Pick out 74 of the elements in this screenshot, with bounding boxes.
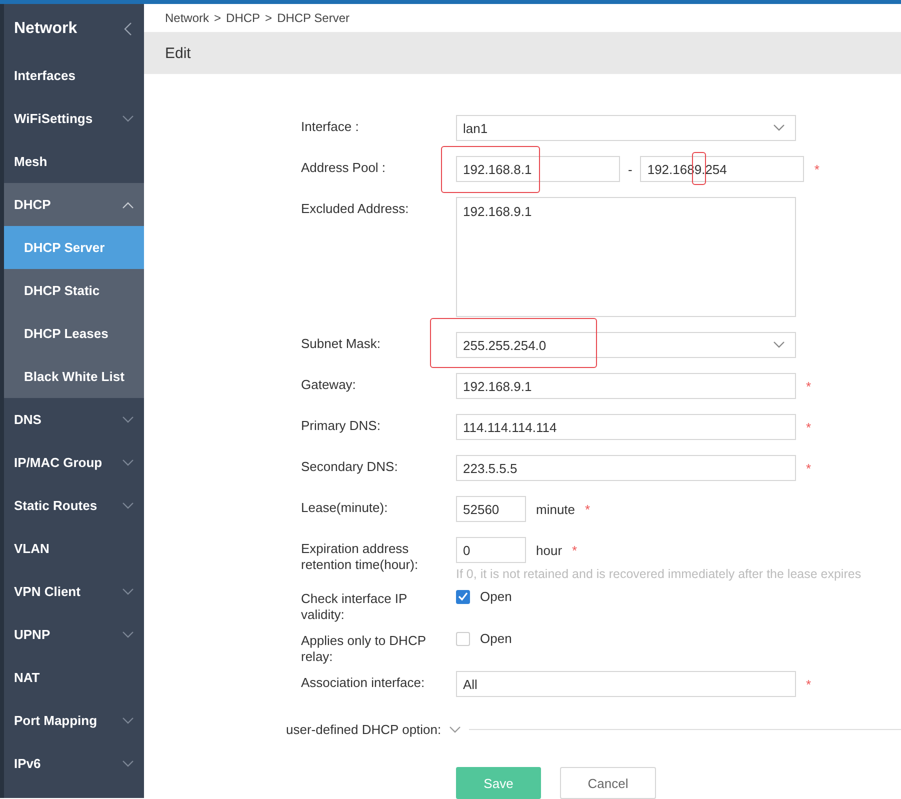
required-mark: *: [814, 162, 820, 176]
chevron-icon: [122, 200, 134, 208]
sidebar-item[interactable]: IP/MAC Group: [4, 441, 144, 484]
sidebar-item[interactable]: NAT: [4, 656, 144, 699]
field-label: Interface :: [301, 118, 360, 135]
field-label: Check interface IP validity:: [301, 590, 408, 623]
sidebar-item[interactable]: IPv6: [4, 742, 144, 785]
input-field[interactable]: 0: [456, 537, 526, 563]
sidebar-item[interactable]: Interfaces: [4, 54, 144, 97]
breadcrumb-item: DHCP Server: [277, 11, 350, 25]
input-field[interactable]: 192.168.8.1: [456, 156, 620, 182]
required-mark: *: [806, 420, 812, 434]
chevron-icon: [122, 502, 134, 510]
field-label: Address Pool :: [301, 159, 387, 176]
required-mark: *: [572, 542, 578, 558]
chevron-icon: [773, 124, 785, 132]
sidebar-item[interactable]: VPN Client: [4, 570, 144, 613]
chevron-icon: [122, 114, 134, 122]
page-title: Edit: [144, 32, 901, 74]
field-label: Lease(minute):: [301, 499, 389, 516]
breadcrumb-separator: >: [265, 11, 272, 25]
sidebar-item[interactable]: VLAN: [4, 527, 144, 570]
sidebar-subitem[interactable]: DHCP Leases: [4, 312, 144, 355]
field-label: Secondary DNS:: [301, 458, 399, 475]
range-separator: -: [628, 162, 632, 176]
sidebar-item[interactable]: Port Mapping: [4, 699, 144, 742]
sidebar-item[interactable]: Static Routes: [4, 484, 144, 527]
hint-text: If 0, it is not retained and is recovered immediately after the lease expires: [456, 567, 862, 581]
sidebar-subitem[interactable]: DHCP Static: [4, 269, 144, 312]
field-label: Gateway:: [301, 376, 357, 393]
text-area[interactable]: 192.168.9.1: [456, 197, 796, 317]
input-field[interactable]: 192.168.9.1: [456, 373, 796, 399]
chevron-icon: [773, 341, 785, 349]
chevron-icon: [122, 716, 134, 724]
sidebar-item[interactable]: UPNP: [4, 613, 144, 656]
input-field[interactable]: 52560: [456, 496, 526, 522]
checkbox[interactable]: [456, 632, 470, 646]
required-mark: *: [806, 460, 812, 476]
chevron-icon: [122, 588, 134, 596]
chevron-icon: [122, 630, 134, 638]
sidebar-item[interactable]: WiFiSettings: [4, 97, 144, 140]
input-field[interactable]: 114.114.114.114: [456, 414, 796, 440]
field-label: Excluded Address:: [301, 200, 410, 217]
input-field[interactable]: 223.5.5.5: [456, 455, 796, 481]
required-mark: *: [806, 378, 812, 394]
chevron-icon: [122, 458, 134, 466]
chevron-icon: [122, 760, 134, 768]
chevron-icon: [122, 416, 134, 424]
cancel-button[interactable]: Cancel: [560, 767, 656, 799]
collapse-icon[interactable]: [124, 22, 132, 36]
sidebar-subitem[interactable]: Black White List: [4, 355, 144, 398]
option-label: Open: [480, 631, 512, 646]
unit-label: hour: [536, 542, 562, 558]
required-mark: *: [585, 502, 590, 516]
field-label: Subnet Mask:: [301, 335, 382, 352]
sidebar-item[interactable]: DHCP: [4, 183, 144, 226]
sidebar-title: Network: [14, 20, 78, 38]
breadcrumb-item[interactable]: Network: [165, 11, 210, 25]
checkbox[interactable]: [456, 590, 470, 604]
dropdown[interactable]: lan1: [456, 115, 796, 141]
option-label: Open: [480, 589, 512, 604]
dropdown[interactable]: 255.255.254.0: [456, 332, 796, 358]
field-label: Primary DNS:: [301, 417, 382, 434]
field-label: Expiration address retention time(hour):: [301, 540, 420, 573]
field-label: Applies only to DHCP relay:: [301, 632, 427, 665]
required-mark: *: [806, 676, 812, 692]
input-field[interactable]: All: [456, 671, 796, 697]
sidebar-item[interactable]: Mesh: [4, 140, 144, 183]
section-label[interactable]: user-defined DHCP option:: [286, 722, 442, 737]
field-label: Association interface:: [301, 674, 426, 691]
unit-label: minute: [536, 502, 576, 516]
sidebar-item[interactable]: DNS: [4, 398, 144, 441]
breadcrumb-item[interactable]: DHCP: [226, 11, 260, 25]
breadcrumb-separator: >: [214, 11, 222, 25]
